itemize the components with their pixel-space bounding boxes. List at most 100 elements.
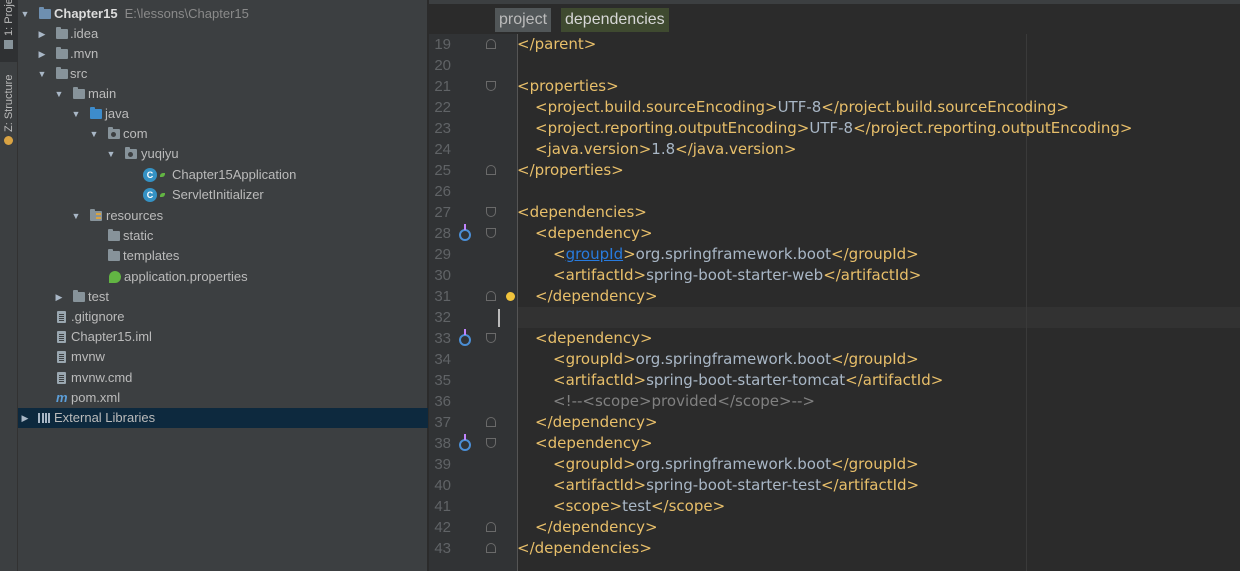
expand-arrow-icon[interactable]: ▶ — [20, 408, 30, 428]
tree-label: ServletInitializer — [172, 187, 264, 202]
dependency-gutter-icon[interactable] — [459, 329, 471, 346]
tag-text: spring-boot-starter-tomcat — [646, 371, 846, 389]
code-line[interactable]: <dependency> — [517, 433, 653, 454]
expand-arrow-icon[interactable]: ▼ — [106, 144, 116, 164]
dependency-gutter-icon[interactable] — [459, 224, 471, 241]
xml-tag: </properties> — [517, 161, 624, 179]
code-line[interactable]: <artifactId>spring-boot-starter-test</ar… — [517, 475, 919, 496]
xml-tag: <project.build.sourceEncoding> — [535, 98, 778, 116]
expand-arrow-icon[interactable]: ▼ — [89, 124, 99, 144]
xml-tag: </dependency> — [535, 287, 658, 305]
tree-item-main[interactable]: ▼ main — [18, 84, 428, 104]
tree-label: .gitignore — [71, 309, 125, 324]
code-line[interactable]: <dependency> — [517, 328, 653, 349]
package-icon — [125, 147, 137, 159]
lightbulb-icon[interactable] — [506, 292, 515, 301]
code-line[interactable]: <project.build.sourceEncoding>UTF-8</pro… — [517, 97, 1069, 118]
code-editor[interactable]: project dependencies </parent> <propertie… — [429, 0, 1240, 571]
xml-tag: </project.build.sourceEncoding> — [821, 98, 1069, 116]
tree-item-templates[interactable]: templates — [18, 246, 428, 266]
tag-text: spring-boot-starter-test — [646, 476, 821, 494]
code-line[interactable]: <groupId>org.springframework.boot</group… — [517, 454, 919, 475]
fold-marker-icon[interactable] — [486, 207, 496, 217]
structure-tool-tab[interactable]: Z: Structure — [0, 66, 18, 146]
tree-item-external-libraries[interactable]: ▶ External Libraries — [18, 408, 428, 428]
project-tool-tab[interactable]: 1: Project — [0, 0, 18, 62]
code-line[interactable]: <scope>test</scope> — [517, 496, 725, 517]
code-line[interactable]: </dependency> — [517, 517, 658, 538]
module-folder-icon — [39, 7, 51, 19]
code-line[interactable]: <dependencies> — [517, 202, 647, 223]
expand-arrow-icon[interactable]: ▼ — [71, 206, 81, 226]
fold-marker-icon[interactable] — [486, 228, 496, 238]
code-line[interactable]: </dependency> — [517, 412, 658, 433]
tree-item-pom-xml[interactable]: m pom.xml — [18, 388, 428, 408]
breadcrumb-project[interactable]: project — [495, 8, 552, 32]
expand-arrow-icon[interactable]: ▶ — [37, 44, 47, 64]
tree-item-com[interactable]: ▼ com — [18, 124, 428, 144]
code-line[interactable]: </dependency> — [517, 286, 658, 307]
tree-label: Chapter15.iml — [71, 329, 152, 344]
tree-item-servletinitializer[interactable]: C ServletInitializer — [18, 185, 428, 205]
expand-arrow-icon[interactable]: ▼ — [54, 84, 64, 104]
code-line[interactable]: <groupId>org.springframework.boot</group… — [517, 244, 919, 265]
fold-marker-icon[interactable] — [486, 522, 496, 532]
xml-tag: <scope> — [553, 497, 623, 515]
tree-item-mvnw[interactable]: mvnw — [18, 347, 428, 367]
code-line[interactable]: </dependencies> — [517, 538, 652, 559]
tag-name-link[interactable]: groupId — [566, 245, 624, 263]
tag-text: 1.8 — [651, 140, 676, 158]
tree-item-application-properties[interactable]: application.properties — [18, 267, 428, 287]
fold-marker-icon[interactable] — [486, 165, 496, 175]
dependency-gutter-icon[interactable] — [459, 434, 471, 451]
code-line[interactable]: <!--<scope>provided</scope>--> — [517, 391, 815, 412]
fold-marker-icon[interactable] — [486, 417, 496, 427]
source-folder-icon — [90, 107, 102, 119]
maven-icon: m — [56, 390, 68, 405]
fold-marker-icon[interactable] — [486, 39, 496, 49]
tag-text: org.springframework.boot — [635, 455, 832, 473]
code-line[interactable]: <java.version>1.8</java.version> — [517, 139, 796, 160]
expand-arrow-icon[interactable]: ▼ — [20, 4, 30, 24]
fold-marker-icon[interactable] — [486, 543, 496, 553]
line-number: 21 — [434, 78, 451, 95]
tree-item-test[interactable]: ▶ test — [18, 287, 428, 307]
tree-item-gitignore[interactable]: .gitignore — [18, 307, 428, 327]
tree-item-java[interactable]: ▼ java — [18, 104, 428, 124]
package-icon — [108, 127, 120, 139]
expand-arrow-icon[interactable]: ▶ — [37, 24, 47, 44]
tree-item-mvnw-cmd[interactable]: mvnw.cmd — [18, 368, 428, 388]
tree-item-resources[interactable]: ▼ resources — [18, 206, 428, 226]
tree-item-chapter15[interactable]: ▼ Chapter15 E:\lessons\Chapter15 — [18, 4, 428, 24]
tree-item-yuqiyu[interactable]: ▼ yuqiyu — [18, 144, 428, 164]
text-file-icon — [57, 311, 66, 323]
breadcrumb-dependencies[interactable]: dependencies — [561, 8, 669, 32]
tree-label: test — [88, 289, 109, 304]
code-line[interactable]: <artifactId>spring-boot-starter-tomcat</… — [517, 370, 943, 391]
expand-arrow-icon[interactable]: ▼ — [71, 104, 81, 124]
fold-marker-icon[interactable] — [486, 81, 496, 91]
tree-item-chapter15application[interactable]: C Chapter15Application — [18, 165, 428, 185]
code-line[interactable]: <properties> — [517, 76, 619, 97]
expand-arrow-icon[interactable]: ▶ — [54, 287, 64, 307]
structure-tab-label: Z: Structure — [3, 74, 15, 132]
xml-comment: <!--<scope>provided</scope>--> — [553, 392, 815, 410]
fold-marker-icon[interactable] — [486, 291, 496, 301]
tree-item-static[interactable]: static — [18, 226, 428, 246]
expand-arrow-icon[interactable]: ▼ — [37, 64, 47, 84]
code-line[interactable]: <dependency> — [517, 223, 653, 244]
fold-marker-icon[interactable] — [486, 438, 496, 448]
tree-item-src[interactable]: ▼ src — [18, 64, 428, 84]
tree-item-chapter15-iml[interactable]: Chapter15.iml — [18, 327, 428, 347]
tree-item-idea[interactable]: ▶ .idea — [18, 24, 428, 44]
code-line[interactable]: <groupId>org.springframework.boot</group… — [517, 349, 919, 370]
spring-leaf-icon — [160, 173, 165, 177]
tree-item-mvn[interactable]: ▶ .mvn — [18, 44, 428, 64]
code-line[interactable]: <project.reporting.outputEncoding>UTF-8<… — [517, 118, 1132, 139]
code-line[interactable]: <artifactId>spring-boot-starter-web</art… — [517, 265, 921, 286]
code-line[interactable]: </parent> — [517, 34, 596, 55]
xml-tag: </project.reporting.outputEncoding> — [853, 119, 1133, 137]
fold-marker-icon[interactable] — [486, 333, 496, 343]
code-line[interactable]: </properties> — [517, 160, 624, 181]
tag-text: UTF-8 — [809, 119, 854, 137]
